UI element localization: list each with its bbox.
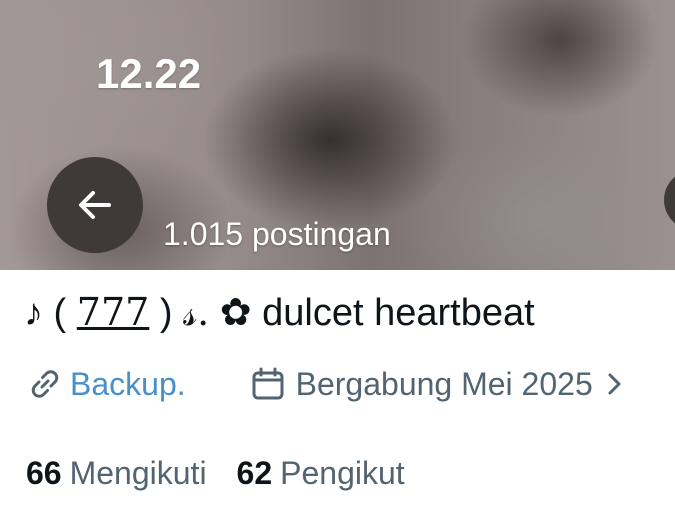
post-count: 1.015 postingan	[163, 216, 391, 252]
followers-stat[interactable]: 62 Pengikut	[237, 455, 405, 492]
following-label: Mengikuti	[69, 455, 207, 491]
display-name-script: 𝓈.	[183, 290, 210, 334]
link-icon	[31, 370, 59, 398]
display-name-number: 777	[76, 290, 150, 334]
profile-website-link[interactable]: Backup.	[26, 365, 186, 403]
display-name-prefix: ♪ (	[24, 292, 77, 334]
following-count: 66	[26, 455, 62, 491]
calendar-icon	[252, 367, 284, 400]
profile-meta-row: Backup. Bergabung Mei 2025	[26, 365, 627, 403]
following-stat[interactable]: 66 Mengikuti	[26, 455, 207, 492]
display-name: ♪ ( 777 ) 𝓈. ✿ dulcet heartbeat	[24, 290, 535, 335]
followers-label: Pengikut	[280, 455, 405, 491]
more-button[interactable]	[664, 170, 675, 230]
follow-stats: 66 Mengikuti 62 Pengikut	[26, 455, 405, 492]
joined-date-label: Bergabung Mei 2025	[295, 365, 593, 402]
arrow-left-icon	[79, 191, 111, 219]
profile-title: 12.22	[96, 50, 202, 97]
display-name-suffix: ✿ dulcet heartbeat	[209, 292, 535, 334]
chevron-right-icon	[608, 373, 621, 395]
profile-header-banner: 12.22 1.015 postingan	[0, 0, 675, 270]
profile-website-label: Backup.	[70, 365, 186, 402]
joined-date[interactable]: Bergabung Mei 2025	[250, 366, 627, 403]
back-button[interactable]	[47, 157, 143, 253]
display-name-middle: )	[149, 292, 184, 334]
followers-count: 62	[236, 455, 273, 491]
